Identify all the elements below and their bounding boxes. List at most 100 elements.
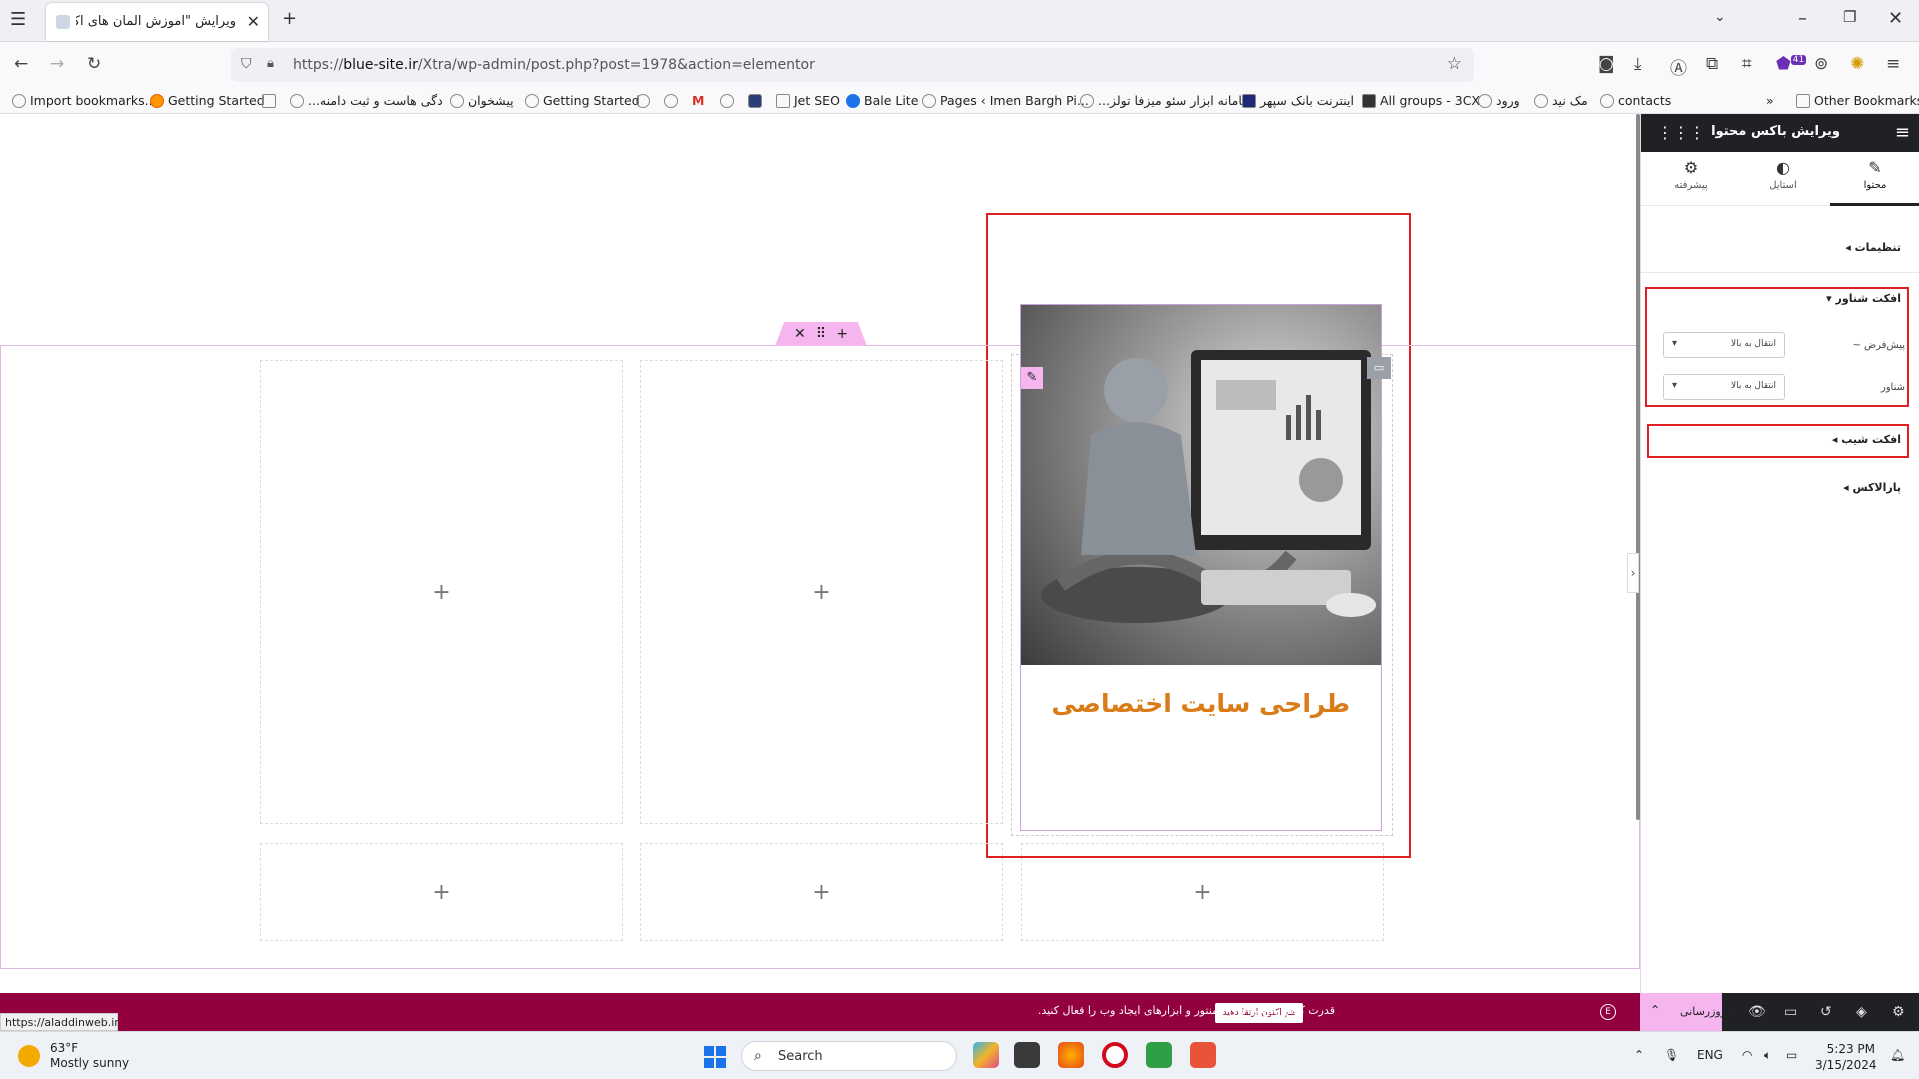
preview-icon[interactable]: 👁︎ (1748, 1004, 1766, 1020)
tab-list-icon[interactable]: ☰ (10, 9, 26, 30)
empty-column[interactable]: + (1021, 843, 1384, 941)
language-indicator[interactable]: ENG (1697, 1048, 1723, 1062)
file-explorer-icon[interactable] (1014, 1042, 1040, 1068)
tab-advanced[interactable]: ⚙ پیشرفته (1646, 158, 1736, 191)
hamburger-menu-icon[interactable]: ≡ (1895, 122, 1910, 143)
notification-icon[interactable]: 🔔︎ (1890, 1048, 1905, 1062)
copilot-icon[interactable] (973, 1042, 999, 1068)
start-icon[interactable] (704, 1046, 726, 1068)
empty-column[interactable]: + (640, 843, 1003, 941)
lock-icon[interactable]: 🔒︎ (267, 56, 274, 71)
forward-icon[interactable]: → (50, 54, 64, 74)
navigator-icon[interactable]: ◈ (1856, 1004, 1867, 1020)
bookmark-login[interactable]: ورود (1478, 93, 1520, 108)
bookmark-getting-started-2[interactable]: Getting Started (525, 93, 640, 108)
wifi-icon[interactable]: ◠ (1742, 1048, 1752, 1062)
tab-content[interactable]: ✎ محتوا (1830, 158, 1919, 206)
bookmark-bale-lite[interactable]: Bale Lite (846, 93, 918, 108)
delete-section-icon[interactable]: ✕ (794, 326, 806, 342)
add-widget-icon[interactable]: + (812, 580, 830, 605)
crop-icon[interactable]: ⌗ (1742, 54, 1752, 74)
globe-icon[interactable] (720, 93, 738, 108)
camtasia-green-icon[interactable] (1146, 1042, 1172, 1068)
app-icon[interactable] (748, 93, 766, 108)
bookmark-3cx[interactable]: All groups - 3CX (1362, 93, 1480, 108)
back-icon[interactable]: ← (14, 54, 28, 74)
add-widget-icon[interactable]: + (432, 580, 450, 605)
chevron-down-icon[interactable]: ⌄ (1714, 9, 1726, 25)
section-container[interactable]: + + + + + (0, 345, 1640, 969)
add-section-icon[interactable]: + (836, 326, 848, 342)
bookmark-import[interactable]: Import bookmarks... (12, 93, 157, 108)
extension-icon[interactable]: ⧉ (1706, 54, 1718, 74)
opera-icon[interactable] (1102, 1042, 1128, 1068)
bookmark-dashboard[interactable]: پیشخوان (450, 93, 514, 108)
settings-icon[interactable]: ⚙ (1892, 1004, 1905, 1020)
empty-column[interactable]: + (640, 360, 1003, 824)
bookmarks-overflow-icon[interactable]: » (1766, 93, 1774, 108)
drag-section-icon[interactable]: ⠿ (816, 326, 826, 342)
bookmark-contacts[interactable]: contacts (1600, 93, 1671, 108)
extension-badge-icon[interactable]: ⬟ 41 (1776, 54, 1807, 74)
restore-icon[interactable]: ❐ (1843, 8, 1856, 26)
clock[interactable]: 5:23 PM 3/15/2024 (1815, 1041, 1877, 1073)
volume-icon[interactable]: 🔈︎ (1764, 1048, 1771, 1063)
bookmark-pages[interactable]: Pages ‹ Imen Bargh Pi... (922, 93, 1089, 108)
vpn-icon[interactable]: ⊚ (1814, 54, 1828, 74)
browser-tab[interactable]: ویرایش "آموزش المان های اکسترا – ... ✕ (46, 3, 268, 41)
content-box-title[interactable]: طراحی سایت اختصاصی (1020, 689, 1350, 718)
section-float-effect[interactable]: افکت شناور ▾ (1647, 292, 1913, 312)
bookmark-mac-nid[interactable]: مک نید (1534, 93, 1588, 108)
add-widget-icon[interactable]: + (812, 880, 830, 905)
section-settings[interactable]: تنظیمات ◂ (1647, 241, 1913, 261)
camtasia-red-icon[interactable] (1190, 1042, 1216, 1068)
gmail-icon[interactable]: M (692, 93, 704, 108)
bookmark-other-bookmarks[interactable]: Other Bookmarks (1796, 93, 1919, 108)
bookmark-folder-icon[interactable] (262, 93, 280, 108)
content-box-image[interactable] (1021, 305, 1381, 665)
editor-canvas[interactable]: + + + + + ✕ ⠿ + ✎ ▭ طراحی سایت اختصاصی (0, 114, 1640, 993)
edit-widget-icon[interactable]: ✎ (1021, 367, 1043, 389)
float-default-select[interactable]: انتقال به بالا ▾ (1663, 332, 1785, 358)
taskbar-search[interactable]: ⌕ Search (741, 1041, 957, 1071)
section-handle[interactable]: ✕ ⠿ + (775, 322, 867, 346)
browser-menu-icon[interactable]: ≡ (1886, 54, 1900, 74)
section-tilt-effect[interactable]: افکت شیب ◂ (1647, 433, 1913, 453)
url-text[interactable]: https://blue-site.ir/Xtra/wp-admin/post.… (293, 57, 815, 73)
download-icon[interactable]: ⤓ (1634, 54, 1642, 74)
window-close-icon[interactable]: ✕ (1888, 8, 1903, 29)
bookmark-jet-seo[interactable]: Jet SEO (776, 93, 840, 108)
add-widget-icon[interactable]: + (432, 880, 450, 905)
widget-settings-icon[interactable]: ▭ (1367, 357, 1391, 379)
bookmark-getting-started[interactable]: Getting Started (150, 93, 265, 108)
battery-icon[interactable]: ▭ (1786, 1048, 1797, 1062)
empty-column[interactable]: + (260, 360, 623, 824)
bookmark-sepehr-bank[interactable]: اینترنت بانک سپهر (1242, 93, 1354, 108)
account-icon[interactable]: Ⓐ (1670, 54, 1687, 79)
bookmark-mizfa[interactable]: ...سامانه ابزار سئو میزفا تولز (1080, 93, 1253, 108)
url-bar[interactable]: ⛉ 🔒︎ https://blue-site.ir/Xtra/wp-admin/… (231, 48, 1474, 82)
collapse-panel-icon[interactable]: › (1627, 553, 1639, 593)
float-hover-select[interactable]: انتقال به بالا ▾ (1663, 374, 1785, 400)
update-button[interactable]: ⌃ بروزرسانی (1640, 993, 1730, 1031)
bookmark-hosting[interactable]: ...دگی هاست و ثبت دامنه (290, 93, 443, 108)
tab-close-icon[interactable]: ✕ (247, 12, 260, 31)
globe-icon[interactable] (636, 93, 654, 108)
empty-column[interactable]: + (260, 843, 623, 941)
seo-extension-icon[interactable]: ✺ (1850, 54, 1864, 74)
widgets-grid-icon[interactable]: ⋮⋮⋮ (1657, 123, 1705, 142)
new-tab-icon[interactable]: + (282, 8, 297, 29)
history-icon[interactable]: ↺ (1820, 1004, 1832, 1020)
globe-icon[interactable] (664, 93, 682, 108)
responsive-icon[interactable]: ▭ (1784, 1004, 1797, 1020)
shield-icon[interactable]: ⛉ (241, 56, 252, 72)
section-parallax[interactable]: پارالاکس ◂ (1647, 481, 1913, 501)
add-widget-icon[interactable]: + (1193, 880, 1211, 905)
reload-icon[interactable]: ↻ (87, 54, 101, 74)
minimize-icon[interactable]: – (1798, 8, 1807, 29)
microphone-icon[interactable]: 🎙︎ (1664, 1048, 1679, 1062)
tray-overflow-icon[interactable]: ⌃ (1634, 1048, 1644, 1062)
firefox-icon[interactable] (1058, 1042, 1084, 1068)
pocket-icon[interactable]: ◙ (1598, 54, 1615, 74)
star-icon[interactable]: ☆ (1447, 54, 1462, 74)
